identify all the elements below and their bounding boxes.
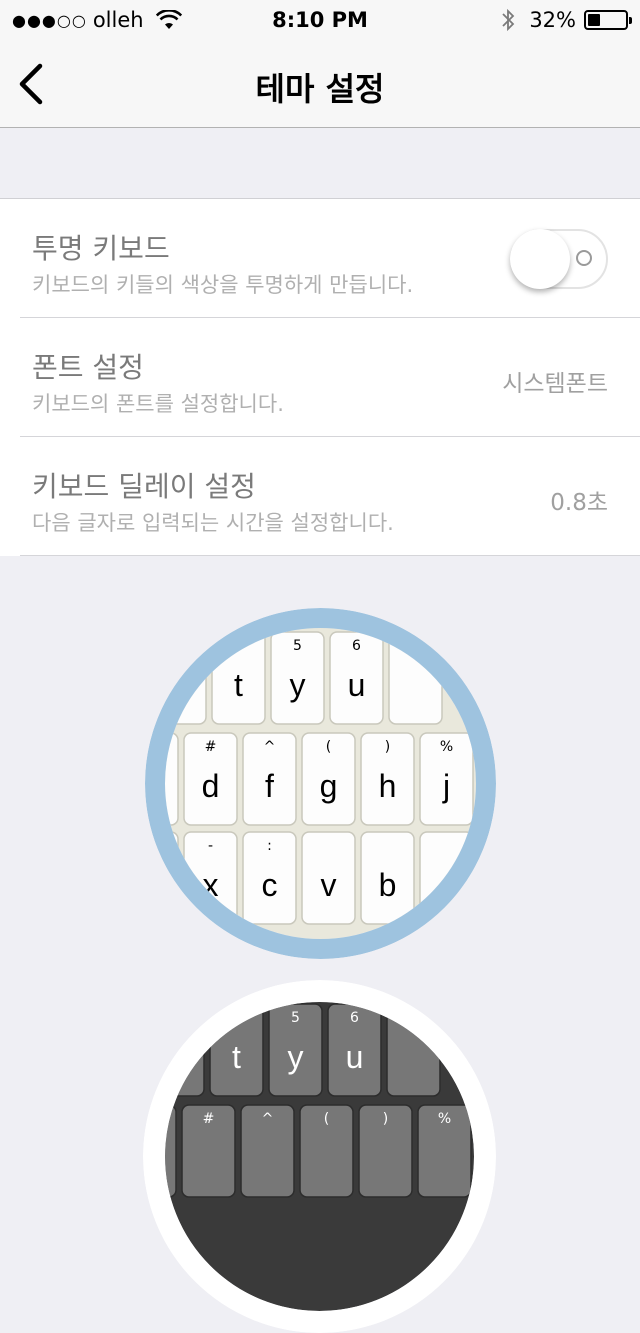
setting-title: 투명 키보드 [32,232,170,265]
font-value: 시스템폰트 [502,371,608,397]
key-letter-label: f [265,768,274,804]
key-letter-label: d [202,768,220,804]
key-hint-label: - [208,838,213,854]
key-hint-label: ( [326,739,331,755]
status-bar: ●●●○○ olleh 8:10 PM 32% [0,0,640,40]
key-hint-label: 6 [350,1010,359,1026]
light-keyboard-magnifier: r4t5y6u@ #d^f(g)h%j-x:c v b [145,608,496,959]
navigation-bar: 테마 설정 [0,40,640,128]
key-hint-label: ^ [264,739,276,755]
battery-icon [584,10,632,30]
key-letter-label: h [379,768,397,804]
key-letter-label: u [348,667,366,703]
key-letter-label: j [442,768,450,804]
setting-subtitle: 다음 글자로 입력되는 시간을 설정합니다. [32,511,394,535]
setting-title: 키보드 딜레이 설정 [32,470,256,503]
battery-fill [588,14,600,26]
key-letter-label: g [320,768,338,804]
key-hint-label: # [203,1111,215,1127]
key-hint-label: % [438,1111,451,1127]
dark-keyboard-magnifier: r4t5y6u@ # ^()% [143,980,496,1333]
key-hint-label: % [440,739,453,755]
page-title: 테마 설정 [255,70,385,108]
setting-row-transparent-keyboard[interactable]: 투명 키보드 키보드의 키들의 색상을 투명하게 만듭니다. [0,199,640,318]
key-hint-label: 5 [291,1010,300,1026]
toggle-knob [510,229,570,289]
key-letter-label: t [234,667,243,703]
delay-value: 0.8초 [550,490,608,516]
key-hint-label: ^ [262,1111,274,1127]
setting-subtitle: 키보드의 키들의 색상을 투명하게 만듭니다. [32,273,414,297]
dark-theme-preview[interactable]: r 4 t 5 y 6 u @ # ^()% [143,980,496,1333]
transparent-keyboard-toggle[interactable] [510,229,608,289]
bluetooth-icon [502,8,515,32]
key-letter-label: c [262,867,278,903]
key-hint-label: ) [385,739,390,755]
key-letter-label: b [379,867,397,903]
setting-row-font[interactable]: 폰트 설정 키보드의 폰트를 설정합니다. 시스템폰트 [0,318,640,437]
setting-subtitle: 키보드의 폰트를 설정합니다. [32,392,284,416]
key-letter-label: y [290,667,306,703]
key-hint-label: : [267,838,272,854]
row-divider [20,555,640,556]
battery-percent: 32% [529,8,576,32]
light-theme-preview[interactable]: r 4 t 5 y 6 u @ # d ^ f(g) h% j - x: c v b [145,608,496,959]
key-letter-label: u [346,1039,364,1075]
setting-title: 폰트 설정 [32,351,144,384]
status-right: 32% [501,8,632,32]
key-hint-label: ) [383,1111,388,1127]
battery-nub [629,17,632,24]
key-hint-label: 5 [293,638,302,654]
key-hint-label: 6 [352,638,361,654]
settings-list: 투명 키보드 키보드의 키들의 색상을 투명하게 만듭니다. 폰트 설정 키보드… [0,198,640,556]
key-letter-label: v [321,867,337,903]
key-letter-label: y [288,1039,304,1075]
key-hint-label: ( [324,1111,329,1127]
key-hint-label: # [205,739,217,755]
toggle-off-indicator-icon [576,250,592,266]
key-letter-label: t [232,1039,241,1075]
setting-row-keyboard-delay[interactable]: 키보드 딜레이 설정 다음 글자로 입력되는 시간을 설정합니다. 0.8초 [0,437,640,556]
